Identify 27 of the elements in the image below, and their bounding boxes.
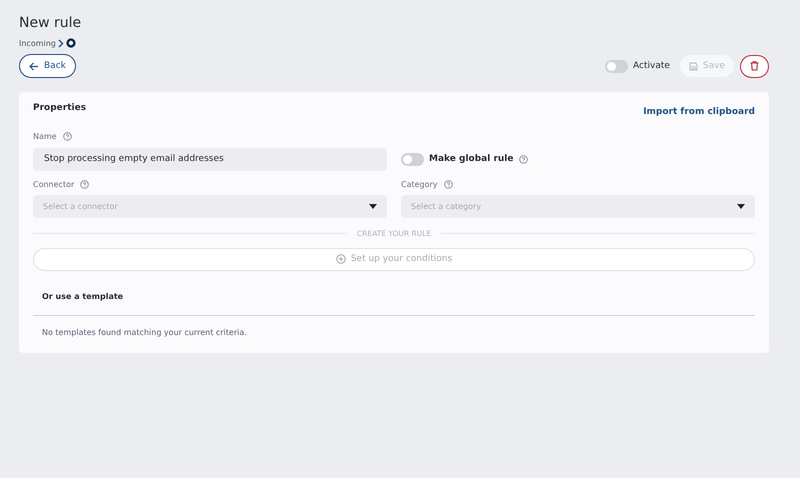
- ring-logo-icon: [66, 38, 76, 48]
- import-link[interactable]: Import from clipboard: [643, 107, 755, 117]
- breadcrumb-link[interactable]: Incoming: [19, 38, 56, 48]
- toggle-switch[interactable]: [605, 60, 628, 72]
- chevron-right-icon: [58, 38, 64, 48]
- plus-circle-icon: [336, 254, 346, 264]
- field-label: Connector: [33, 180, 74, 189]
- trash-icon: [750, 61, 759, 71]
- arrow-left-icon: [29, 62, 39, 70]
- field-label: Category: [401, 180, 438, 189]
- help-icon: [80, 180, 90, 189]
- name-field[interactable]: Stop processing empty email addresses: [33, 148, 387, 170]
- dropdown-caret-icon: [737, 204, 745, 208]
- dropdown-caret-icon: [369, 204, 377, 208]
- help-icon: [444, 180, 453, 189]
- page-title: New rule: [19, 14, 82, 33]
- field-label: Name: [33, 132, 57, 140]
- toggle-label: Activate: [633, 61, 670, 71]
- delete-button[interactable]: [740, 54, 769, 78]
- toggle-switch[interactable]: [401, 152, 424, 166]
- empty-message: No templates found matching your current criteria.: [41, 326, 248, 339]
- section-subtitle: Or use a template: [33, 270, 755, 316]
- toggle-label: Make global rule: [429, 154, 514, 164]
- help-icon: [62, 132, 72, 140]
- section-title: Properties: [33, 103, 86, 113]
- back-button[interactable]: Back: [19, 54, 76, 78]
- help-icon: [518, 154, 528, 164]
